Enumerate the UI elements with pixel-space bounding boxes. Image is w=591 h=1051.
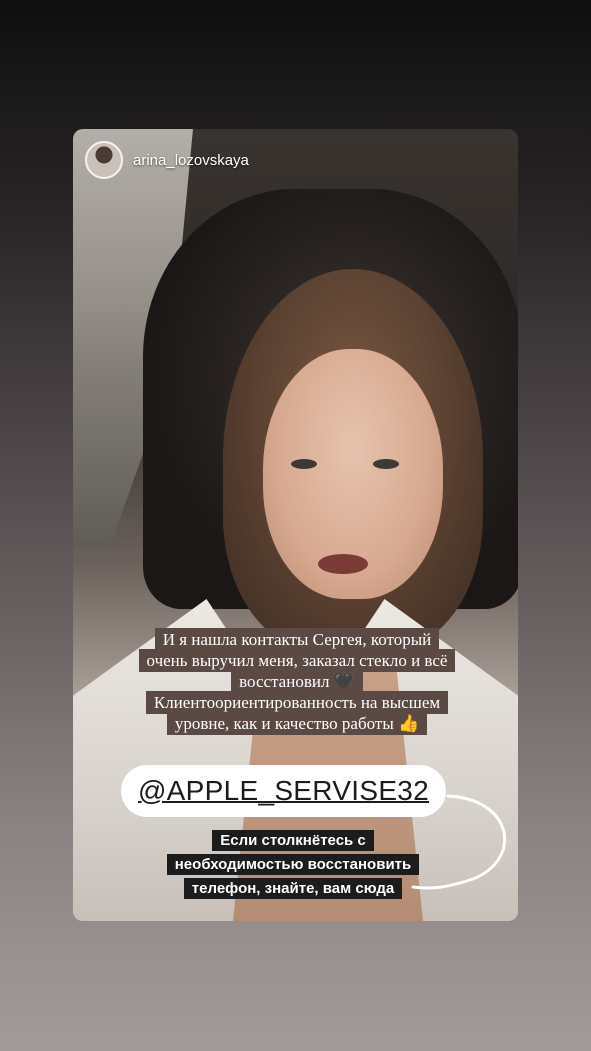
note-line: необходимостью восстановить — [166, 854, 420, 875]
caption-line: уровне, как и качество работы 👍 — [166, 712, 428, 735]
caption-line: И я нашла контакты Сергея, который — [154, 628, 440, 651]
story-note: Если столкнётесь с необходимостью восста… — [143, 829, 443, 901]
caption-line: очень выручил меня, заказал стекло и всё — [138, 649, 456, 672]
caption-line: Клиентоориентированность на высшем — [145, 691, 449, 714]
mouth-shape — [318, 554, 368, 574]
right-eye-shape — [373, 459, 399, 469]
story-frame[interactable]: arina_lozovskaya И я нашла контакты Серг… — [73, 129, 518, 921]
mention-label[interactable]: @APPLE_SERVISE32 — [138, 775, 429, 807]
profile-avatar-icon[interactable] — [85, 141, 123, 179]
caption-line: восстановил 🖤 — [231, 670, 363, 693]
username-label[interactable]: arina_lozovskaya — [133, 152, 249, 169]
note-line: Если столкнётесь с — [212, 830, 374, 851]
note-line: телефон, знайте, вам сюда — [183, 878, 403, 899]
story-caption: И я нашла контакты Сергея, который очень… — [103, 628, 491, 735]
left-eye-shape — [291, 459, 317, 469]
story-header: arina_lozovskaya — [85, 141, 249, 179]
mention-sticker[interactable]: @APPLE_SERVISE32 — [121, 765, 446, 817]
